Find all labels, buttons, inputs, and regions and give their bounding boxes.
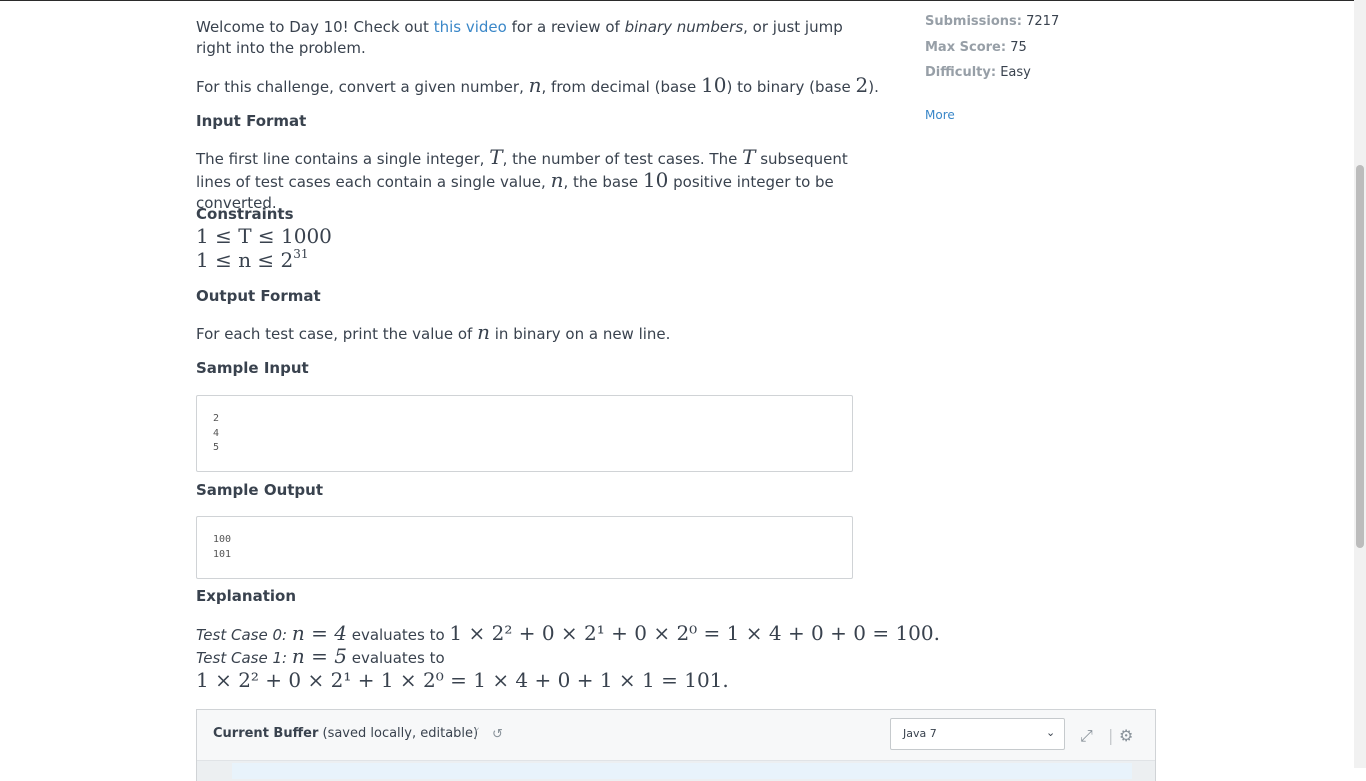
difficulty-value: Easy bbox=[1000, 65, 1031, 80]
toolbar-divider: | bbox=[1108, 726, 1114, 745]
explanation-tc0: Test Case 0: n = 4 evaluates to 1 × 2² +… bbox=[196, 623, 940, 646]
explanation-heading: Explanation bbox=[196, 587, 297, 605]
code-editor-panel: Current Buffer (saved locally, editable)… bbox=[196, 709, 1156, 781]
constraint-1: 1 ≤ T ≤ 1000 bbox=[196, 224, 332, 248]
tc1-expression: 1 × 2² + 0 × 2¹ + 1 × 2⁰ = 1 × 4 + 0 + 1… bbox=[196, 668, 729, 692]
page-scrollbar[interactable] bbox=[1354, 0, 1366, 768]
task-text-3: ) to binary (base bbox=[726, 78, 856, 96]
evaluates-text: evaluates to bbox=[351, 626, 445, 644]
constraint-2-exponent: 31 bbox=[293, 247, 309, 261]
top-border bbox=[0, 0, 1366, 1]
more-link[interactable]: More bbox=[925, 108, 955, 122]
output-text-1: For each test case, print the value of bbox=[196, 325, 478, 343]
settings-gear-icon[interactable]: ⚙ bbox=[1119, 726, 1133, 745]
var-n: n bbox=[528, 73, 542, 97]
max-score-stat: Max Score: 75 bbox=[925, 40, 1027, 55]
base-2: 2 bbox=[855, 73, 869, 97]
output-text-2: in binary on a new line. bbox=[490, 325, 671, 343]
scrollbar-thumb[interactable] bbox=[1356, 165, 1364, 548]
tc1-label: Test Case 1: bbox=[196, 649, 288, 667]
branch-icon[interactable]: ᚴ bbox=[473, 727, 481, 742]
binary-numbers-emphasis: binary numbers bbox=[624, 18, 744, 36]
max-score-label: Max Score: bbox=[925, 40, 1007, 55]
submissions-stat: Submissions: 7217 bbox=[925, 14, 1059, 29]
intro-text-2: for a review of bbox=[506, 18, 625, 36]
explanation-tc1: Test Case 1: n = 5 evaluates to bbox=[196, 646, 445, 669]
tc0-label: Test Case 0: bbox=[196, 626, 288, 644]
tc0-expression: 1 × 2² + 0 × 2¹ + 0 × 2⁰ = 1 × 4 + 0 + 0… bbox=[449, 621, 940, 645]
difficulty-label: Difficulty: bbox=[925, 65, 997, 80]
sample-output-heading: Sample Output bbox=[196, 481, 324, 499]
tc0-equation: n = 4 bbox=[291, 621, 347, 645]
sample-input-code: 2 4 5 bbox=[213, 413, 220, 453]
input-format-heading: Input Format bbox=[196, 112, 307, 130]
intro-paragraph: Welcome to Day 10! Check out this video … bbox=[196, 17, 856, 59]
editor-title: Current Buffer (saved locally, editable) bbox=[213, 726, 478, 741]
sample-output-code: 100 101 bbox=[213, 534, 232, 560]
intro-text: Welcome to Day 10! Check out bbox=[196, 18, 434, 36]
input-text-1: The first line contains a single integer… bbox=[196, 150, 490, 168]
base-10: 10 bbox=[701, 73, 727, 97]
chevron-down-icon: ⌄ bbox=[1046, 726, 1056, 739]
input-format-paragraph: The first line contains a single integer… bbox=[196, 147, 856, 214]
history-icon[interactable]: ↺ bbox=[492, 727, 503, 742]
fullscreen-icon[interactable]: ⤢ bbox=[1080, 726, 1093, 746]
submissions-value: 7217 bbox=[1026, 14, 1060, 29]
constraint-2-base: 1 ≤ n ≤ 2 bbox=[196, 248, 294, 272]
task-paragraph: For this challenge, convert a given numb… bbox=[196, 75, 879, 98]
code-area[interactable] bbox=[197, 760, 1155, 781]
constraint-2: 1 ≤ n ≤ 231 bbox=[196, 247, 309, 275]
var-n-3: n bbox=[477, 320, 490, 344]
editor-title-bold: Current Buffer bbox=[213, 726, 319, 741]
sample-input-box: 2 4 5 bbox=[196, 395, 853, 472]
constraints-heading: Constraints bbox=[196, 205, 294, 223]
task-text: For this challenge, convert a given numb… bbox=[196, 78, 529, 96]
evaluates-text-2: evaluates to bbox=[351, 649, 445, 667]
sample-output-box: 100 101 bbox=[196, 516, 853, 579]
video-link[interactable]: this video bbox=[434, 18, 507, 36]
editor-title-rest: (saved locally, editable) bbox=[318, 726, 479, 741]
task-text-2: , from decimal (base bbox=[541, 78, 701, 96]
var-T: T bbox=[489, 145, 503, 169]
input-text-2: , the number of test cases. The bbox=[502, 150, 743, 168]
active-line bbox=[232, 763, 1132, 779]
var-T-2: T bbox=[742, 145, 756, 169]
task-text-4: ). bbox=[868, 78, 879, 96]
language-select[interactable]: Java 7 ⌄ bbox=[890, 718, 1065, 750]
difficulty-stat: Difficulty: Easy bbox=[925, 65, 1031, 80]
max-score-value: 75 bbox=[1010, 40, 1027, 55]
language-selected: Java 7 bbox=[903, 727, 937, 740]
tc1-equation: n = 5 bbox=[291, 644, 347, 668]
var-n-2: n bbox=[550, 168, 564, 192]
output-format-paragraph: For each test case, print the value of n… bbox=[196, 322, 670, 345]
output-format-heading: Output Format bbox=[196, 287, 321, 305]
input-text-4: , the base bbox=[563, 173, 643, 191]
submissions-label: Submissions: bbox=[925, 14, 1022, 29]
base-10-2: 10 bbox=[642, 168, 669, 192]
sample-input-heading: Sample Input bbox=[196, 359, 309, 377]
